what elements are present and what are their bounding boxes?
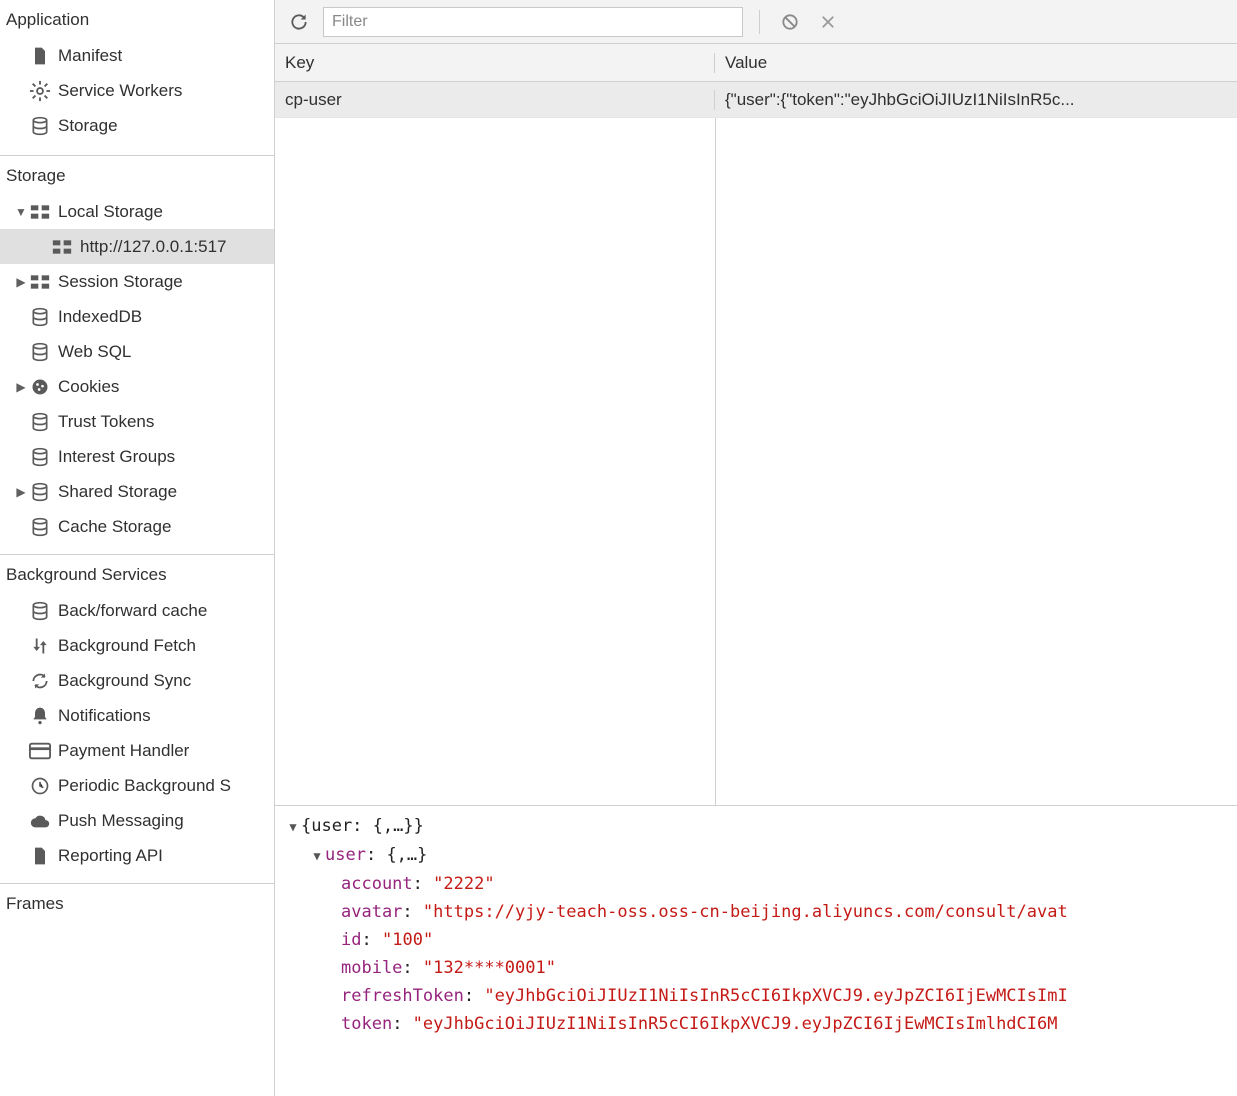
sidebar-bg-item-4[interactable]: Payment Handler [0, 733, 274, 768]
tree-item-label: http://127.0.0.1:517 [80, 237, 227, 257]
tree-item-label: Trust Tokens [58, 412, 154, 432]
tree-item-label: Back/forward cache [58, 601, 207, 621]
tree-item-label: Cache Storage [58, 517, 171, 537]
section-storage-title: Storage [0, 156, 274, 194]
refresh-icon [289, 12, 309, 32]
db-icon [28, 445, 52, 469]
storage-table: Key Value cp-user {"user":{"token":"eyJh… [275, 44, 1237, 806]
sidebar-storage-item-1[interactable]: ▶ Session Storage [0, 264, 274, 299]
tree-arrow: ▶ [14, 485, 28, 499]
sidebar-storage-item-2[interactable]: IndexedDB [0, 299, 274, 334]
toolbar [275, 0, 1237, 44]
caret-down-icon[interactable]: ▼ [309, 842, 325, 870]
grid-icon [28, 200, 52, 224]
tree-item-label: Background Sync [58, 671, 191, 691]
tree-item-label: IndexedDB [58, 307, 142, 327]
db-icon [28, 480, 52, 504]
toolbar-separator [759, 10, 760, 34]
clock-icon [28, 774, 52, 798]
tree-item-label: Local Storage [58, 202, 163, 222]
clear-all-button[interactable] [776, 8, 804, 36]
close-icon [819, 13, 837, 31]
sidebar-app-item-2[interactable]: Storage [0, 108, 274, 143]
db-icon [28, 305, 52, 329]
tree-item-label: Web SQL [58, 342, 131, 362]
table-row[interactable]: cp-user {"user":{"token":"eyJhbGciOiJIUz… [275, 82, 1237, 118]
ban-icon [780, 12, 800, 32]
cell-key: cp-user [275, 90, 715, 110]
tree-item-label: Shared Storage [58, 482, 177, 502]
tree-arrow: ▶ [14, 380, 28, 394]
delete-button[interactable] [814, 8, 842, 36]
tree-item-label: Session Storage [58, 272, 183, 292]
sidebar-storage-item-7[interactable]: ▶ Shared Storage [0, 474, 274, 509]
gear-icon [28, 79, 52, 103]
tree-item-label: Cookies [58, 377, 119, 397]
sidebar-bg-item-0[interactable]: Back/forward cache [0, 593, 274, 628]
sidebar-bg-item-3[interactable]: Notifications [0, 698, 274, 733]
sidebar-storage-item-4[interactable]: ▶ Cookies [0, 369, 274, 404]
tree-arrow: ▶ [14, 275, 28, 289]
cookie-icon [28, 375, 52, 399]
sidebar-bg-item-5[interactable]: Periodic Background S [0, 768, 274, 803]
tree-arrow: ▼ [14, 205, 28, 219]
fetch-icon [28, 634, 52, 658]
sidebar: Application Manifest Service Workers Stora… [0, 0, 275, 1096]
sync-icon [28, 669, 52, 693]
sidebar-app-item-1[interactable]: Service Workers [0, 73, 274, 108]
tree-item-label: Payment Handler [58, 741, 189, 761]
cell-value: {"user":{"token":"eyJhbGciOiJIUzI1NiIsIn… [725, 90, 1237, 110]
cloud-icon [28, 809, 52, 833]
sidebar-bg-item-7[interactable]: Reporting API [0, 838, 274, 873]
sidebar-bg-item-1[interactable]: Background Fetch [0, 628, 274, 663]
column-header-value[interactable]: Value [715, 53, 1237, 73]
sidebar-storage-item-5[interactable]: Trust Tokens [0, 404, 274, 439]
refresh-button[interactable] [285, 8, 313, 36]
section-bgservices-title: Background Services [0, 555, 274, 593]
bell-icon [28, 704, 52, 728]
db-icon [28, 515, 52, 539]
tree-item-label: Storage [58, 116, 118, 136]
grid-icon [50, 235, 74, 259]
tree-item-label: Service Workers [58, 81, 182, 101]
filter-input[interactable] [323, 7, 743, 37]
tree-item-label: Interest Groups [58, 447, 175, 467]
table-empty-area[interactable] [275, 118, 1237, 806]
file-icon [28, 44, 52, 68]
tree-item-label: Notifications [58, 706, 151, 726]
section-application-title: Application [0, 0, 274, 38]
sidebar-bg-item-6[interactable]: Push Messaging [0, 803, 274, 838]
caret-down-icon[interactable]: ▼ [285, 813, 301, 841]
tree-item-label: Background Fetch [58, 636, 196, 656]
sidebar-storage-item-0[interactable]: ▼ Local Storage [0, 194, 274, 229]
column-header-key[interactable]: Key [275, 53, 715, 73]
value-preview: ▼{user: {,…}} ▼user: {,…} account: "2222… [275, 806, 1237, 1096]
sidebar-storage-item-0-child-0[interactable]: http://127.0.0.1:517 [0, 229, 274, 264]
card-icon [28, 739, 52, 763]
tree-item-label: Push Messaging [58, 811, 184, 831]
db-icon [28, 340, 52, 364]
grid-icon [28, 270, 52, 294]
sidebar-storage-item-6[interactable]: Interest Groups [0, 439, 274, 474]
tree-item-label: Periodic Background S [58, 776, 231, 796]
tree-item-label: Manifest [58, 46, 122, 66]
tree-item-label: Reporting API [58, 846, 163, 866]
sidebar-bg-item-2[interactable]: Background Sync [0, 663, 274, 698]
sidebar-storage-item-3[interactable]: Web SQL [0, 334, 274, 369]
file-icon [28, 844, 52, 868]
db-icon [28, 410, 52, 434]
db-icon [28, 599, 52, 623]
main-panel: Key Value cp-user {"user":{"token":"eyJh… [275, 0, 1237, 1096]
db-icon [28, 114, 52, 138]
section-frames-title: Frames [0, 884, 274, 922]
sidebar-storage-item-8[interactable]: Cache Storage [0, 509, 274, 544]
sidebar-app-item-0[interactable]: Manifest [0, 38, 274, 73]
